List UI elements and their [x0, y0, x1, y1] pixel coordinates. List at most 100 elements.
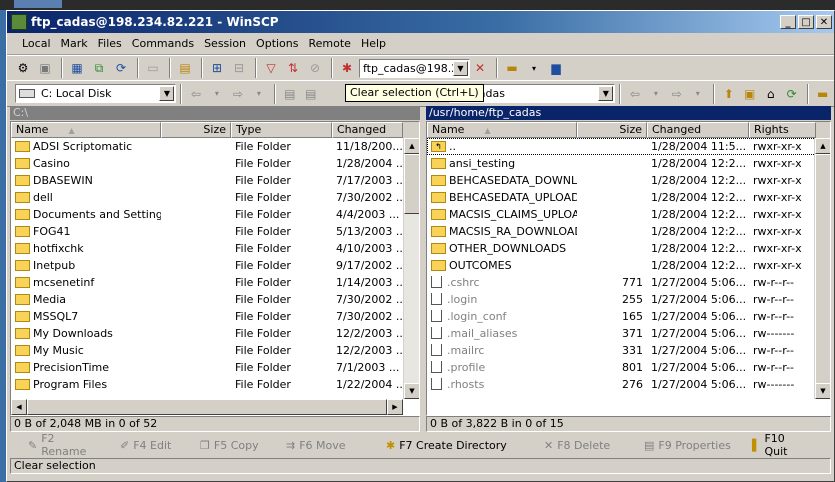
remote-column-name[interactable]: Name ▲ [427, 122, 577, 138]
fkey-f9-properties-button[interactable]: ▤ F9 Properties [626, 439, 734, 452]
remote-list-row[interactable]: OTHER_DOWNLOADS 1/28/2004 12:2... rwxr-xr-… [427, 240, 830, 257]
chevron-down-icon[interactable]: ▼ [598, 86, 614, 101]
local-list-row[interactable]: Documents and Settings File Folder 4/4/200… [11, 206, 419, 223]
preferences-gear-icon[interactable]: ⚙ [13, 58, 33, 78]
local-vscroll-thumb[interactable] [404, 154, 419, 214]
local-list-row[interactable]: Media File Folder 7/30/2002 ... [11, 291, 419, 308]
minimize-button[interactable]: _ [780, 15, 796, 29]
local-column-type[interactable]: Type [231, 122, 332, 138]
invert-selection-icon[interactable]: ⇅ [283, 58, 303, 78]
winscp-app-icon[interactable] [11, 14, 27, 30]
local-forward-icon[interactable]: ⇨ [228, 84, 247, 104]
scroll-up-icon[interactable]: ▲ [404, 138, 419, 154]
scroll-up-icon[interactable]: ▲ [815, 138, 830, 154]
chevron-down-icon[interactable]: ▼ [159, 86, 175, 101]
remote-list-row[interactable]: MACSIS_RA_DOWNLOAD 1/28/2004 12:2... rwxr-… [427, 223, 830, 240]
fkey-f8-delete-button[interactable]: ✕ F8 Delete [526, 439, 626, 452]
local-file-list[interactable]: Name ▲ Size Type Changed ADSI Scriptomati… [10, 121, 420, 416]
scroll-down-icon[interactable]: ▼ [815, 383, 830, 399]
remote-list-row[interactable]: .profile 801 1/27/2004 5:06... rw-r--r-- [427, 359, 830, 376]
compare-directories-icon[interactable]: ▦ [67, 58, 87, 78]
menu-session[interactable]: Session [199, 37, 251, 50]
synchronize-icon[interactable]: ⧉ [89, 58, 109, 78]
local-drive-select[interactable]: C: Local Disk ▼ [15, 84, 177, 103]
fkey-f10-quit-button[interactable]: ▌ F10 Quit [734, 432, 806, 458]
chevron-down-icon[interactable]: ▼ [453, 60, 468, 76]
remote-list-row[interactable]: OUTCOMES 1/28/2004 12:2... rwxr-xr-x [427, 257, 830, 274]
menu-commands[interactable]: Commands [127, 37, 199, 50]
local-list-row[interactable]: ADSI Scriptomatic File Folder 11/18/200... [11, 138, 419, 155]
save-session-icon[interactable]: ▆ [546, 58, 566, 78]
menu-mark[interactable]: Mark [56, 37, 93, 50]
local-list-row[interactable]: mcsenetinf File Folder 1/14/2003 ... [11, 274, 419, 291]
local-list-row[interactable]: My Downloads File Folder 12/2/2003 ... [11, 325, 419, 342]
remote-column-changed[interactable]: Changed [647, 122, 749, 138]
remote-list-row[interactable]: .login 255 1/27/2004 5:06... rw-r--r-- [427, 291, 830, 308]
local-back-menu-icon[interactable]: ▾ [207, 84, 226, 104]
new-session-icon[interactable]: ✱ [337, 58, 357, 78]
unselect-files-icon[interactable]: ⊟ [229, 58, 249, 78]
local-root-dir-icon[interactable]: ▤ [301, 84, 320, 104]
clear-selection-icon[interactable]: ⊘ [305, 58, 325, 78]
queue-icon[interactable]: ▤ [175, 58, 195, 78]
scroll-left-icon[interactable]: ◀ [11, 399, 27, 415]
local-list-row[interactable]: MSSQL7 File Folder 7/30/2002 ... [11, 308, 419, 325]
local-list-row[interactable]: Inetpub File Folder 9/17/2002 ... [11, 257, 419, 274]
local-column-name[interactable]: Name ▲ [11, 122, 161, 138]
remote-home-icon[interactable]: ⌂ [761, 84, 780, 104]
local-list-row[interactable]: FOG41 File Folder 5/13/2003 ... [11, 223, 419, 240]
remote-open-folder-icon[interactable]: ▬ [813, 84, 832, 104]
local-hscroll-thumb[interactable] [27, 399, 387, 415]
title-bar[interactable]: ftp_cadas@198.234.82.221 - WinSCP _ □ ✕ [7, 11, 834, 33]
menu-local[interactable]: Local [17, 37, 56, 50]
remote-list-row[interactable]: .cshrc 771 1/27/2004 5:06... rw-r--r-- [427, 274, 830, 291]
remote-list-row[interactable]: .rhosts 276 1/27/2004 5:06... rw------- [427, 376, 830, 393]
remote-list-row[interactable]: ↰.. 1/28/2004 11:5... rwxr-xr-x [427, 138, 830, 155]
filter-icon[interactable]: ▽ [261, 58, 281, 78]
menu-options[interactable]: Options [251, 37, 303, 50]
remote-vertical-scrollbar[interactable]: ▲ ▼ [814, 138, 830, 399]
fkey-f6-move-button[interactable]: ⇉ F6 Move [268, 439, 368, 452]
remote-list-row[interactable]: ansi_testing 1/28/2004 12:2... rwxr-xr-x [427, 155, 830, 172]
local-parent-dir-icon[interactable]: ▤ [280, 84, 299, 104]
remote-root-dir-icon[interactable]: ▣ [740, 84, 759, 104]
local-list-row[interactable]: Program Files File Folder 1/22/2004 ... [11, 376, 419, 393]
select-files-icon[interactable]: ⊞ [207, 58, 227, 78]
refresh-icon[interactable]: ⟳ [111, 58, 131, 78]
menu-remote[interactable]: Remote [304, 37, 356, 50]
remote-list-row[interactable]: .mailrc 331 1/27/2004 5:06... rw-r--r-- [427, 342, 830, 359]
remote-file-list[interactable]: Name ▲ Size Changed Rights ↰.. 1/28/2004 1… [426, 121, 831, 416]
local-list-row[interactable]: DBASEWIN File Folder 7/17/2003 ... [11, 172, 419, 189]
local-forward-menu-icon[interactable]: ▾ [249, 84, 268, 104]
taskbar-button[interactable] [14, 0, 62, 8]
local-list-row[interactable]: dell File Folder 7/30/2002 ... [11, 189, 419, 206]
remote-back-icon[interactable]: ⇦ [625, 84, 644, 104]
remote-column-size[interactable]: Size [577, 122, 647, 138]
fkey-f5-copy-button[interactable]: ❐ F5 Copy [182, 439, 268, 452]
local-list-row[interactable]: hotfixchk File Folder 4/10/2003 ... [11, 240, 419, 257]
remote-forward-menu-icon[interactable]: ▾ [688, 84, 707, 104]
local-column-size[interactable]: Size [161, 122, 231, 138]
local-list-row[interactable]: My Music File Folder 12/2/2003 ... [11, 342, 419, 359]
remote-vscroll-thumb[interactable] [815, 154, 830, 394]
local-list-row[interactable]: Casino File Folder 1/28/2004 ... [11, 155, 419, 172]
close-button[interactable]: ✕ [816, 15, 832, 29]
remote-list-row[interactable]: .login_conf 165 1/27/2004 5:06... rw-r--r-- [427, 308, 830, 325]
fkey-f4-edit-button[interactable]: ✐ F4 Edit [102, 439, 182, 452]
remote-list-row[interactable]: MACSIS_CLAIMS_UPLOAD 1/28/2004 12:2... rwx… [427, 206, 830, 223]
local-column-changed[interactable]: Changed [332, 122, 403, 138]
local-vertical-scrollbar[interactable]: ▲ ▼ [403, 138, 419, 399]
stored-sessions-icon[interactable]: ▬ [502, 58, 522, 78]
menu-files[interactable]: Files [93, 37, 127, 50]
local-list-row[interactable]: PrecisionTime File Folder 7/1/2003 ... [11, 359, 419, 376]
local-back-icon[interactable]: ⇦ [186, 84, 205, 104]
close-session-icon[interactable]: ✕ [470, 58, 490, 78]
fkey-f2-rename-button[interactable]: ✎ F2 Rename [10, 432, 102, 458]
remote-refresh-icon[interactable]: ⟳ [782, 84, 801, 104]
remote-parent-dir-icon[interactable]: ⬆ [719, 84, 738, 104]
console-icon[interactable]: ▣ [35, 58, 55, 78]
maximize-button[interactable]: □ [798, 15, 814, 29]
local-horizontal-scrollbar[interactable]: ◀ ▶ [11, 399, 403, 415]
remote-forward-icon[interactable]: ⇨ [667, 84, 686, 104]
fkey-f7-create-directory-button[interactable]: ✱ F7 Create Directory [368, 439, 526, 452]
